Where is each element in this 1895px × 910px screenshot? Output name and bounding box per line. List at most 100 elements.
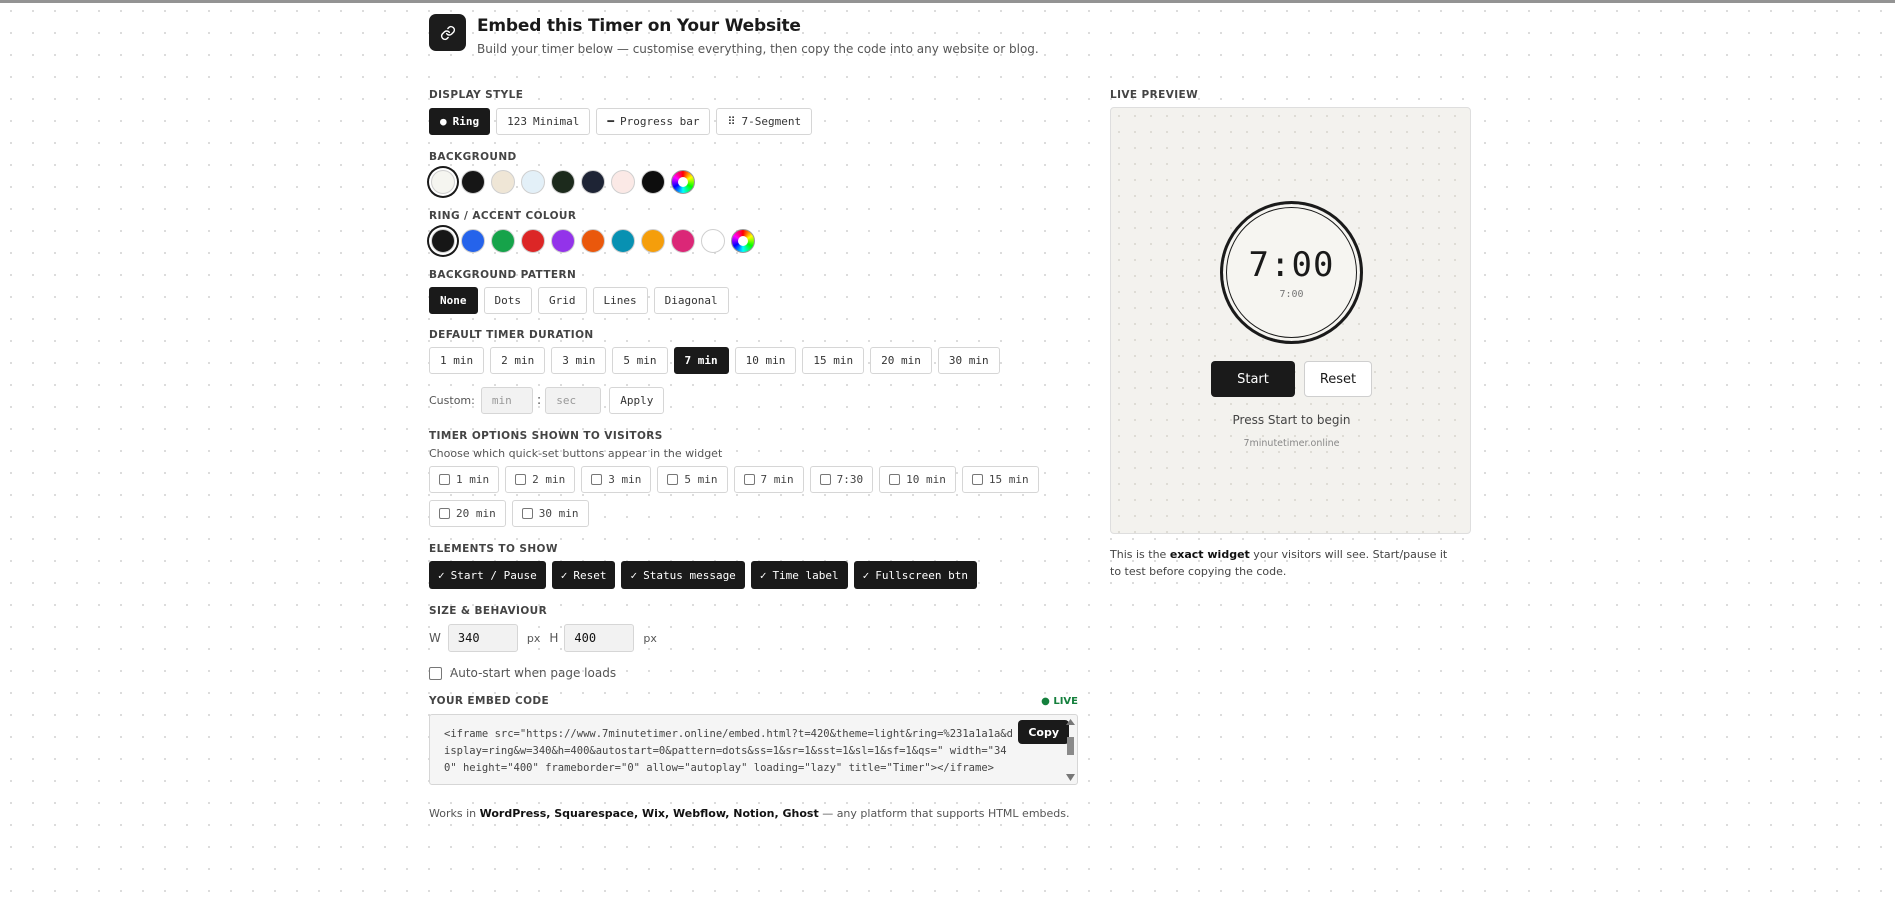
check-icon: ✓ xyxy=(862,568,870,582)
duration-options: 1 min 2 min 3 min 5 min 7 min 10 min 15 … xyxy=(429,347,1078,374)
background-swatches xyxy=(429,170,1078,194)
accent-swatch[interactable] xyxy=(551,229,575,253)
timer-option[interactable]: 1 min xyxy=(429,466,500,493)
timer-option[interactable]: 10 min xyxy=(879,466,956,493)
embed-code[interactable]: <iframe src="https://www.7minutetimer.on… xyxy=(444,726,1017,777)
page-subtitle: Build your timer below — customise every… xyxy=(477,42,1039,56)
width-input[interactable]: 340 xyxy=(447,624,518,652)
custom-min-input[interactable]: min xyxy=(480,387,533,414)
element-toggle[interactable]: ✓ Time label xyxy=(750,561,848,589)
preview-label: LIVE PREVIEW xyxy=(1110,89,1199,101)
pattern-none-button[interactable]: None xyxy=(429,287,478,314)
timer-option-checkbox[interactable] xyxy=(591,474,603,485)
custom-sec-input[interactable]: sec xyxy=(545,387,602,414)
timer-option-checkbox[interactable] xyxy=(819,474,831,485)
timer-option[interactable]: 3 min xyxy=(581,466,652,493)
timer-options-row-2: 20 min 30 min xyxy=(429,500,1078,527)
timer-option[interactable]: 5 min xyxy=(657,466,728,493)
custom-label: Custom: xyxy=(429,394,475,407)
display-style-ring-label: Ring xyxy=(452,115,480,128)
accent-swatch[interactable] xyxy=(671,229,695,253)
background-swatch[interactable] xyxy=(491,170,515,194)
timer-option[interactable]: 15 min xyxy=(961,466,1039,493)
timer-option-checkbox[interactable] xyxy=(971,474,983,485)
background-swatch[interactable] xyxy=(611,170,635,194)
accent-swatch[interactable] xyxy=(611,229,635,253)
embed-code-box[interactable]: <iframe src="https://www.7minutetimer.on… xyxy=(429,714,1078,785)
accent-swatch[interactable] xyxy=(521,229,545,253)
height-unit: px xyxy=(643,631,657,645)
background-custom-color-swatch[interactable] xyxy=(671,170,695,194)
preview-note-bold: exact widget xyxy=(1169,548,1250,561)
duration-5-min-button[interactable]: 5 min xyxy=(612,347,668,374)
pattern-lines-button[interactable]: Lines xyxy=(592,287,648,314)
timer-option[interactable]: 20 min xyxy=(429,500,506,527)
duration-15-min-button[interactable]: 15 min xyxy=(802,347,865,374)
timer-option-checkbox[interactable] xyxy=(889,474,901,485)
element-toggle[interactable]: ✓ Status message xyxy=(621,561,745,589)
background-swatch[interactable] xyxy=(461,170,485,194)
timer-ring: 7:00 7:00 xyxy=(1220,201,1363,344)
element-toggle[interactable]: ✓ Start / Pause xyxy=(429,561,546,589)
live-preview-panel: LIVE PREVIEW 7:00 7:00 Start Reset Press… xyxy=(1110,89,1471,580)
time-separator: : xyxy=(536,393,542,408)
pattern-options: None Dots Grid Lines Diagonal xyxy=(429,287,1078,314)
timer-option-label: 7:30 xyxy=(836,473,864,486)
display-style-ring-button[interactable]: ● Ring xyxy=(429,108,491,135)
accent-custom-color-swatch[interactable] xyxy=(731,229,755,253)
autostart-row[interactable]: Auto-start when page loads xyxy=(429,666,1078,680)
duration-3-min-button[interactable]: 3 min xyxy=(551,347,607,374)
check-icon: ✓ xyxy=(560,568,568,582)
ring-dot-icon: ● xyxy=(440,115,447,128)
autostart-checkbox[interactable] xyxy=(429,666,442,680)
element-toggle-label: Fullscreen btn xyxy=(875,568,969,582)
embed-builder: Embed this Timer on Your Website Build y… xyxy=(429,14,1471,820)
accent-swatch[interactable] xyxy=(491,229,515,253)
display-style-progress-button[interactable]: ━ Progress bar xyxy=(596,108,711,135)
timer-option[interactable]: 7:30 xyxy=(809,466,874,493)
duration-10-min-button[interactable]: 10 min xyxy=(734,347,797,374)
pattern-dots-button[interactable]: Dots xyxy=(483,287,532,314)
timer-option-checkbox[interactable] xyxy=(439,508,450,519)
preview-reset-button[interactable]: Reset xyxy=(1304,361,1372,397)
duration-2-min-button[interactable]: 2 min xyxy=(490,347,546,374)
pattern-diagonal-button[interactable]: Diagonal xyxy=(653,287,729,314)
display-style-label: DISPLAY STYLE xyxy=(429,89,524,101)
accent-swatch[interactable] xyxy=(461,229,485,253)
timer-option-checkbox[interactable] xyxy=(667,474,679,485)
code-scrollbar[interactable] xyxy=(1064,715,1077,784)
height-input[interactable]: 400 xyxy=(564,624,635,652)
timer-option-checkbox[interactable] xyxy=(515,474,527,485)
timer-option[interactable]: 2 min xyxy=(505,466,576,493)
background-swatch[interactable] xyxy=(641,170,665,194)
background-swatch[interactable] xyxy=(551,170,575,194)
apply-button[interactable]: Apply xyxy=(609,387,665,414)
background-swatch[interactable] xyxy=(581,170,605,194)
timer-option-checkbox[interactable] xyxy=(521,508,533,519)
timer-option-label: 30 min xyxy=(538,507,579,520)
background-swatch[interactable] xyxy=(431,170,455,194)
display-style-minimal-button[interactable]: 123 Minimal xyxy=(496,108,591,135)
element-toggle[interactable]: ✓ Reset xyxy=(551,561,616,589)
timer-options-label: TIMER OPTIONS SHOWN TO VISITORS xyxy=(429,430,663,442)
elements-options: ✓ Start / Pause ✓ Reset ✓ Status message ✓ Time… xyxy=(429,561,1078,589)
timer-option[interactable]: 7 min xyxy=(733,466,804,493)
preview-start-button[interactable]: Start xyxy=(1211,361,1295,397)
timer-option[interactable]: 30 min xyxy=(511,500,589,527)
display-style-segment-button[interactable]: ⠿ 7-Segment xyxy=(716,108,813,135)
accent-swatch[interactable] xyxy=(431,229,455,253)
element-toggle[interactable]: ✓ Fullscreen btn xyxy=(853,561,978,589)
duration-20-min-button[interactable]: 20 min xyxy=(870,347,932,374)
element-toggle-label: Time label xyxy=(772,568,839,582)
background-swatch[interactable] xyxy=(521,170,545,194)
timer-option-checkbox[interactable] xyxy=(743,474,755,485)
duration-30-min-button[interactable]: 30 min xyxy=(937,347,1000,374)
timer-option-checkbox[interactable] xyxy=(439,474,450,485)
accent-swatch[interactable] xyxy=(701,229,725,253)
accent-swatch[interactable] xyxy=(641,229,665,253)
pattern-grid-button[interactable]: Grid xyxy=(538,287,587,314)
duration-7-min-button[interactable]: 7 min xyxy=(673,347,729,374)
duration-1-min-button[interactable]: 1 min xyxy=(429,347,485,374)
copy-button[interactable]: Copy xyxy=(1018,720,1069,744)
accent-swatch[interactable] xyxy=(581,229,605,253)
